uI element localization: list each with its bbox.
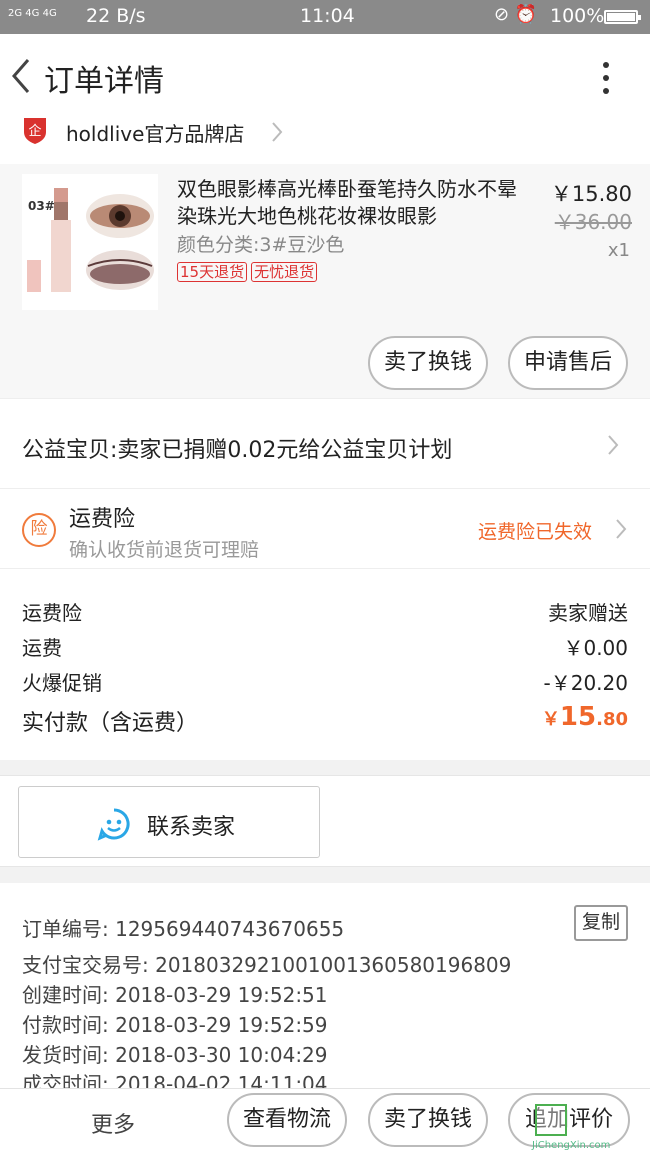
product-title: 双色眼影棒高光棒卧蚕笔持久防水不晕染珠光大地色桃花妆裸妆眼影 bbox=[177, 177, 517, 228]
shipping-insurance-row[interactable]: 险 运费险 确认收货前退货可理赔 运费险已失效 bbox=[0, 488, 650, 568]
sell-for-cash-button[interactable]: 卖了换钱 bbox=[368, 1093, 488, 1147]
more-button[interactable]: 更多 bbox=[91, 1107, 135, 1139]
chevron-right-icon bbox=[272, 122, 283, 142]
chat-face-icon bbox=[97, 808, 130, 841]
cost-value: 卖家赠送 bbox=[548, 601, 628, 625]
product-price: ￥15.80 bbox=[550, 182, 632, 206]
shop-header[interactable]: 企 holdlive官方品牌店 bbox=[0, 118, 650, 164]
chevron-right-icon bbox=[616, 519, 627, 539]
chevron-right-icon bbox=[608, 435, 619, 455]
contact-seller-button[interactable]: 联系卖家 bbox=[18, 786, 320, 858]
contact-seller-label: 联系卖家 bbox=[147, 815, 236, 840]
status-bar: 2G 4G 4G 22 B/s 11:04 ⊘ ⏰ 100% bbox=[0, 0, 650, 34]
shop-name: holdlive官方品牌店 bbox=[66, 122, 245, 146]
battery-percent: 100% bbox=[550, 5, 605, 27]
product-original-price: ￥36.00 bbox=[554, 210, 632, 234]
view-logistics-button[interactable]: 查看物流 bbox=[227, 1093, 347, 1147]
insurance-title: 运费险 bbox=[69, 507, 136, 532]
signal-indicator: 2G 4G 4G bbox=[8, 8, 57, 19]
svg-text:企: 企 bbox=[28, 123, 41, 139]
order-number: 订单编号: 129569440743670655 bbox=[22, 917, 345, 941]
shipped-time: 发货时间: 2018-03-30 10:04:29 bbox=[22, 1043, 328, 1067]
cost-row: 运费险 卖家赠送 bbox=[22, 597, 628, 627]
watermark-logo-icon bbox=[535, 1104, 567, 1136]
cost-label: 运费 bbox=[22, 636, 62, 660]
product-card[interactable]: 03# 双色眼影棒高光棒卧蚕笔持久防水不晕染珠光大地色桃花妆裸妆眼影 颜色分类:… bbox=[0, 164, 650, 398]
sell-for-cash-button[interactable]: 卖了换钱 bbox=[368, 336, 488, 390]
contact-section: 联系卖家 bbox=[0, 775, 650, 867]
cost-value: -￥20.20 bbox=[543, 671, 628, 695]
product-image-label: 03# bbox=[28, 199, 55, 213]
product-quantity: x1 bbox=[607, 240, 630, 261]
order-info: 订单编号: 129569440743670655 复制 支付宝交易号: 2018… bbox=[0, 883, 650, 1088]
cost-row: 火爆促销 -￥20.20 bbox=[22, 667, 628, 697]
clock: 11:04 bbox=[300, 5, 355, 27]
alipay-trade-number: 支付宝交易号: 2018032921001001360580196809 bbox=[22, 953, 512, 977]
cost-value: ￥0.00 bbox=[563, 636, 628, 660]
copy-button[interactable]: 复制 bbox=[574, 905, 628, 941]
site-watermark: JiChengXin.com bbox=[530, 1104, 648, 1152]
completed-time: 成交时间: 2018-04-02 14:11:04 bbox=[22, 1072, 328, 1088]
network-speed: 22 B/s bbox=[86, 5, 146, 27]
tag-15-day-return: 15天退货 bbox=[177, 262, 248, 282]
insurance-status: 运费险已失效 bbox=[478, 521, 593, 543]
created-time: 创建时间: 2018-03-29 19:52:51 bbox=[22, 983, 328, 1007]
nav-bar: 订单详情 bbox=[0, 34, 650, 118]
back-arrow-icon[interactable] bbox=[6, 56, 36, 96]
page-title: 订单详情 bbox=[44, 64, 164, 99]
more-menu-icon[interactable] bbox=[592, 58, 620, 98]
charity-text: 公益宝贝:卖家已捐赠0.02元给公益宝贝计划 bbox=[22, 438, 453, 463]
product-tags: 15天退货 无忧退货 bbox=[177, 262, 321, 282]
insurance-icon: 险 bbox=[22, 513, 56, 547]
after-sale-button[interactable]: 申请售后 bbox=[508, 336, 628, 390]
insurance-subtitle: 确认收货前退货可理赔 bbox=[69, 539, 260, 561]
alarm-icon: ⊘ ⏰ bbox=[494, 4, 538, 25]
total-row: 实付款（含运费） ￥15.80 bbox=[22, 702, 628, 741]
battery-icon bbox=[604, 10, 641, 24]
cost-row: 运费 ￥0.00 bbox=[22, 632, 628, 662]
product-image: 03# bbox=[22, 174, 158, 310]
watermark-site: JiChengXin.com bbox=[532, 1140, 611, 1151]
cost-label: 运费险 bbox=[22, 601, 82, 625]
total-amount: ￥15.80 bbox=[541, 702, 628, 732]
product-sku: 颜色分类:3#豆沙色 bbox=[177, 234, 345, 256]
charity-row[interactable]: 公益宝贝:卖家已捐赠0.02元给公益宝贝计划 bbox=[0, 398, 650, 488]
cost-summary: 运费险 卖家赠送 运费 ￥0.00 火爆促销 -￥20.20 实付款（含运费） … bbox=[0, 568, 650, 760]
total-label: 实付款（含运费） bbox=[22, 711, 199, 736]
tag-worry-free-return: 无忧退货 bbox=[251, 262, 318, 282]
shop-badge-icon: 企 bbox=[24, 118, 46, 144]
paid-time: 付款时间: 2018-03-29 19:52:59 bbox=[22, 1013, 328, 1037]
cost-label: 火爆促销 bbox=[22, 671, 102, 695]
